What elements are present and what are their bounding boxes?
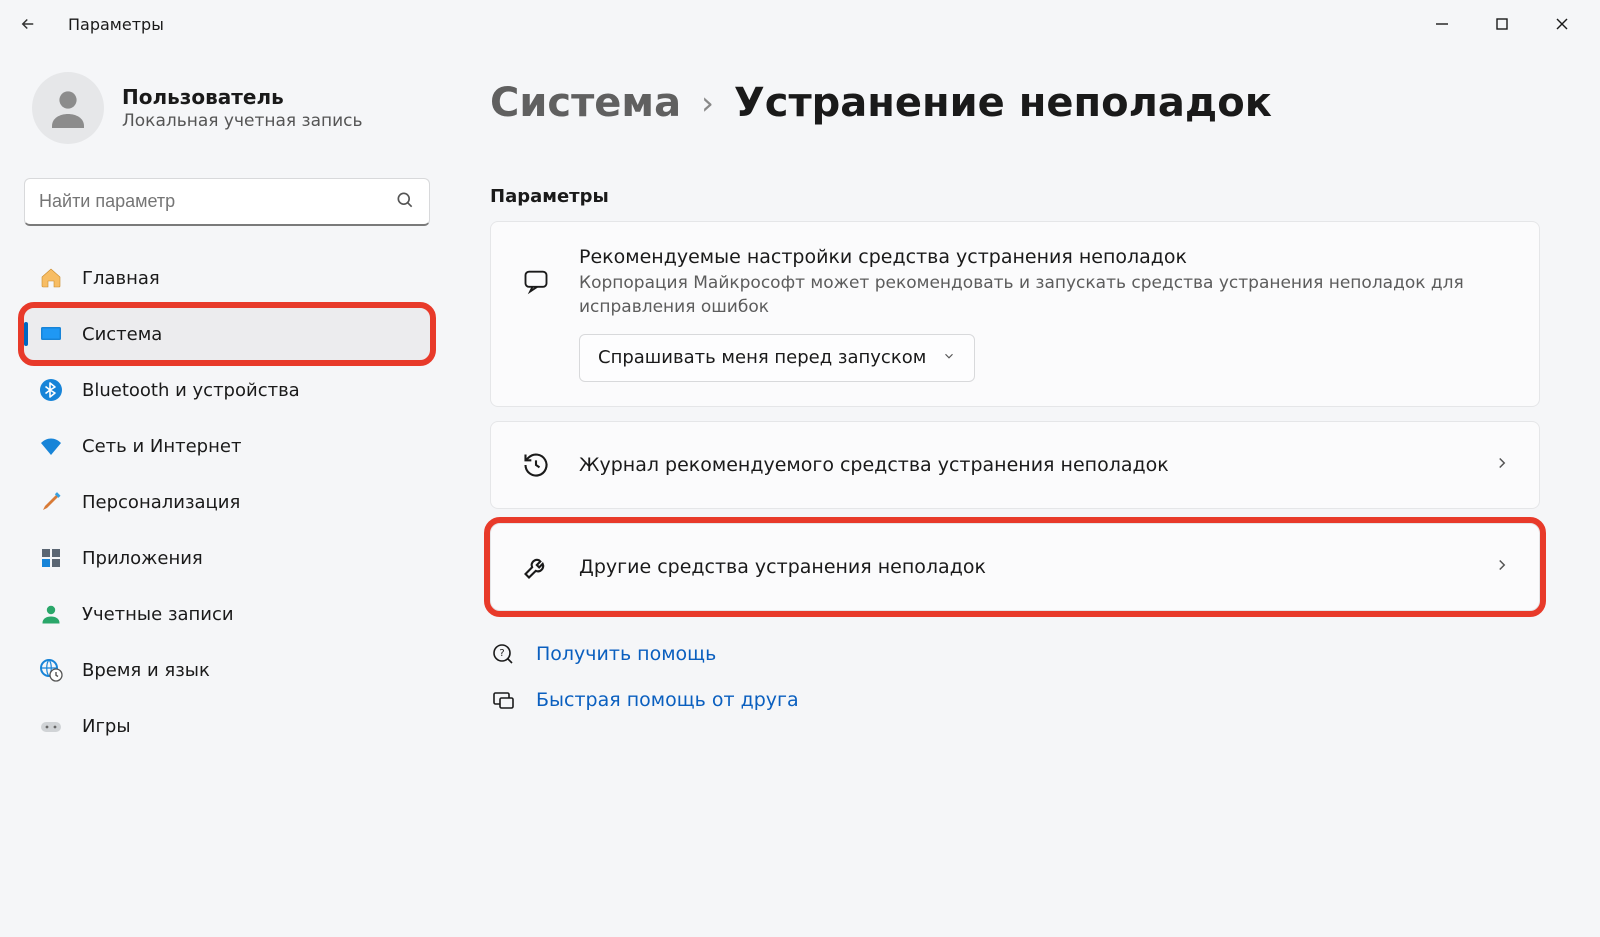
sidebar-nav: Главная Система Bluetooth и устройства С… — [24, 252, 430, 752]
sidebar-item-personalization[interactable]: Персонализация — [24, 476, 430, 528]
chevron-down-icon — [942, 347, 956, 368]
help-links: ? Получить помощь Быстрая помощь от друг… — [490, 641, 1540, 713]
other-troubleshooters-link[interactable]: Другие средства устранения неполадок — [490, 523, 1540, 611]
sidebar-item-label: Приложения — [82, 548, 203, 569]
maximize-button[interactable] — [1472, 4, 1532, 44]
back-button[interactable] — [8, 4, 48, 44]
troubleshooter-preference-dropdown[interactable]: Спрашивать меня перед запуском — [579, 334, 975, 382]
brush-icon — [38, 489, 64, 515]
window-title: Параметры — [68, 15, 164, 34]
account-icon — [38, 601, 64, 627]
close-button[interactable] — [1532, 4, 1592, 44]
sidebar-item-bluetooth[interactable]: Bluetooth и устройства — [24, 364, 430, 416]
svg-text:?: ? — [499, 648, 504, 659]
help-icon: ? — [490, 641, 516, 667]
sidebar-item-system[interactable]: Система — [24, 308, 430, 360]
user-icon — [44, 84, 92, 132]
gamepad-icon — [38, 713, 64, 739]
sidebar-item-label: Время и язык — [82, 660, 210, 681]
user-name: Пользователь — [122, 85, 363, 109]
window-controls — [1412, 4, 1592, 44]
sidebar-item-time[interactable]: Время и язык — [24, 644, 430, 696]
history-icon — [519, 448, 553, 482]
sidebar-item-label: Персонализация — [82, 492, 240, 513]
quick-assist-row: Быстрая помощь от друга — [490, 687, 1540, 713]
card-title: Другие средства устранения неполадок — [579, 556, 1467, 578]
bluetooth-icon — [38, 377, 64, 403]
minimize-icon — [1435, 17, 1449, 31]
sidebar-item-label: Главная — [82, 268, 160, 289]
feedback-icon — [519, 264, 553, 298]
main-content: Система › Устранение неполадок Параметры… — [450, 48, 1600, 937]
search-icon — [395, 190, 415, 214]
sidebar-item-accounts[interactable]: Учетные записи — [24, 588, 430, 640]
breadcrumb-current: Устранение неполадок — [734, 80, 1272, 126]
sidebar-item-apps[interactable]: Приложения — [24, 532, 430, 584]
get-help-link[interactable]: Получить помощь — [536, 643, 716, 665]
sidebar-item-label: Учетные записи — [82, 604, 234, 625]
search-box[interactable] — [24, 178, 430, 226]
maximize-icon — [1495, 17, 1509, 31]
home-icon — [38, 265, 64, 291]
titlebar: Параметры — [0, 0, 1600, 48]
card-title: Рекомендуемые настройки средства устране… — [579, 246, 1511, 268]
sidebar-item-label: Система — [82, 324, 162, 345]
sidebar-item-network[interactable]: Сеть и Интернет — [24, 420, 430, 472]
breadcrumb: Система › Устранение неполадок — [490, 80, 1540, 126]
system-icon — [38, 321, 64, 347]
sidebar-item-label: Bluetooth и устройства — [82, 380, 300, 401]
get-help-row: ? Получить помощь — [490, 641, 1540, 667]
quick-assist-icon — [490, 687, 516, 713]
dropdown-value: Спрашивать меня перед запуском — [598, 347, 926, 368]
sidebar-item-label: Игры — [82, 716, 131, 737]
card-title: Журнал рекомендуемого средства устранени… — [579, 454, 1467, 476]
troubleshooter-history-link[interactable]: Журнал рекомендуемого средства устранени… — [490, 421, 1540, 509]
wrench-icon — [519, 550, 553, 584]
sidebar: Пользователь Локальная учетная запись Гл… — [0, 48, 450, 937]
quick-assist-link[interactable]: Быстрая помощь от друга — [536, 689, 799, 711]
chevron-right-icon — [1493, 454, 1511, 476]
sidebar-item-label: Сеть и Интернет — [82, 436, 241, 457]
chevron-right-icon: › — [701, 84, 714, 122]
user-block[interactable]: Пользователь Локальная учетная запись — [24, 72, 430, 144]
search-input[interactable] — [39, 191, 395, 212]
card-subtitle: Корпорация Майкрософт может рекомендоват… — [579, 272, 1511, 320]
close-icon — [1555, 17, 1569, 31]
minimize-button[interactable] — [1412, 4, 1472, 44]
wifi-icon — [38, 433, 64, 459]
section-label: Параметры — [490, 186, 1540, 207]
arrow-left-icon — [19, 15, 37, 33]
globe-clock-icon — [38, 657, 64, 683]
breadcrumb-parent[interactable]: Система — [490, 80, 681, 126]
sidebar-item-home[interactable]: Главная — [24, 252, 430, 304]
avatar — [32, 72, 104, 144]
user-subtitle: Локальная учетная запись — [122, 111, 363, 131]
recommended-settings-card: Рекомендуемые настройки средства устране… — [490, 221, 1540, 407]
chevron-right-icon — [1493, 556, 1511, 578]
sidebar-item-gaming[interactable]: Игры — [24, 700, 430, 752]
apps-icon — [38, 545, 64, 571]
